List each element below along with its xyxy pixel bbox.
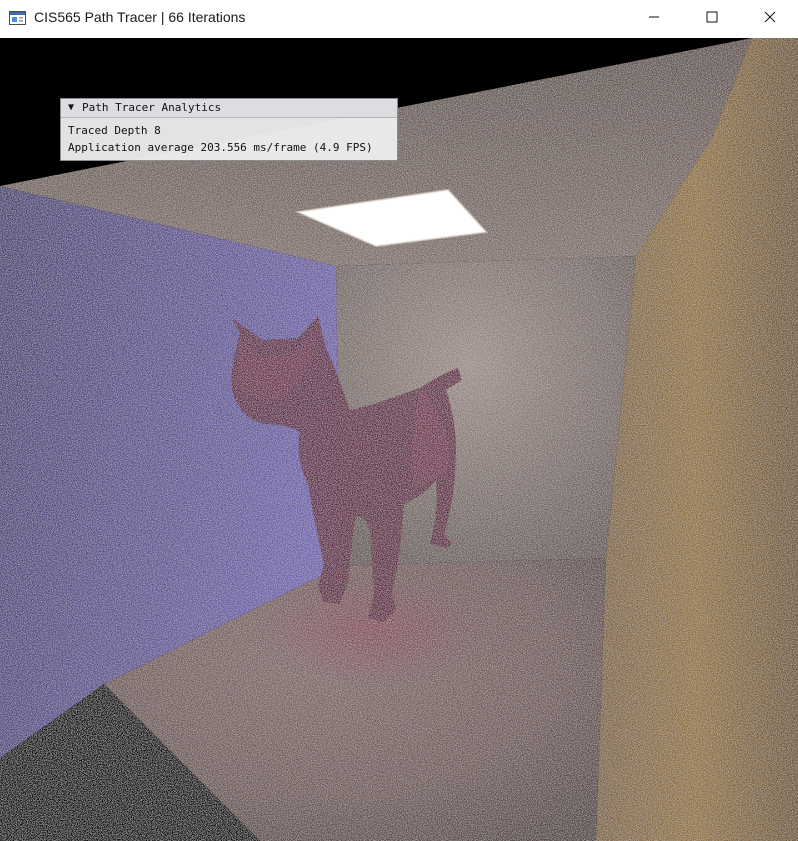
analytics-panel-header[interactable]: ▼ Path Tracer Analytics <box>61 99 397 118</box>
close-button[interactable] <box>741 0 798 38</box>
traced-depth-text: Traced Depth 8 <box>68 124 161 137</box>
maximize-button[interactable] <box>683 0 741 38</box>
minimize-button[interactable] <box>625 0 683 38</box>
window-title: CIS565 Path Tracer | 66 Iterations <box>34 9 246 25</box>
collapse-arrow-icon[interactable]: ▼ <box>68 101 74 115</box>
close-icon <box>764 10 776 28</box>
minimize-icon <box>648 10 660 28</box>
frame-time-text: Application average 203.556 ms/frame (4.… <box>68 141 373 154</box>
title-bar[interactable]: CIS565 Path Tracer | 66 Iterations <box>0 0 798 38</box>
analytics-panel[interactable]: ▼ Path Tracer Analytics Traced Depth 8 A… <box>60 98 398 161</box>
analytics-panel-title: Path Tracer Analytics <box>82 101 222 114</box>
app-window-icon <box>9 11 26 25</box>
maximize-icon <box>706 10 718 28</box>
app-window: CIS565 Path Tracer | 66 Iterations ▼ Pat… <box>0 0 798 841</box>
